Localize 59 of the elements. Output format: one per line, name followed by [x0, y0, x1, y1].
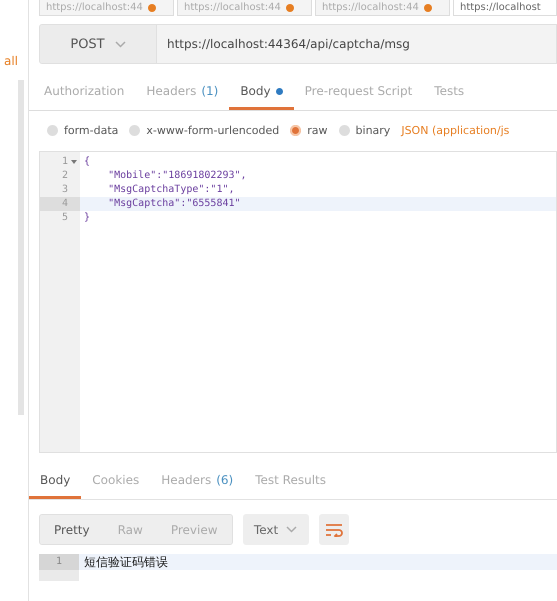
- code-line: "Mobile":"18691802293",: [107, 169, 247, 183]
- body-type-radio[interactable]: binary: [338, 124, 390, 137]
- count-label: (6): [216, 473, 234, 487]
- body-type-radio[interactable]: raw: [290, 124, 328, 137]
- radio-icon[interactable]: [47, 125, 58, 136]
- tab-label: Headers: [146, 84, 196, 98]
- line-number: 3: [60, 183, 69, 197]
- tab-label: Body: [40, 473, 70, 487]
- line-number: 4: [40, 197, 80, 211]
- tab-label: Pre-request Script: [304, 84, 412, 98]
- tab[interactable]: Tests: [423, 76, 476, 110]
- tab-label: Test Results: [255, 473, 326, 487]
- line-number: 1: [40, 155, 80, 169]
- content-type-dropdown[interactable]: JSON (application/js: [401, 124, 510, 137]
- code-line: "MsgCaptchaType":"1",: [107, 183, 235, 197]
- caret-icon: [114, 40, 126, 48]
- scrollbar[interactable]: [18, 80, 24, 415]
- line-number: 1: [39, 554, 79, 570]
- url-field[interactable]: https://localhost:44364/api/captcha/msg: [157, 24, 557, 64]
- tab[interactable]: Pre-request Script: [294, 76, 424, 110]
- request-tab[interactable]: https://localhost:44: [177, 0, 312, 16]
- request-tab[interactable]: https://localhost:44: [315, 0, 450, 16]
- line-number: 5: [60, 211, 69, 225]
- request-tab[interactable]: https://localhost: [453, 0, 557, 16]
- sidebar-link[interactable]: all: [4, 54, 18, 68]
- caret-icon: [286, 526, 298, 533]
- method-dropdown[interactable]: POST: [39, 24, 157, 64]
- tab-label: Tests: [434, 84, 464, 98]
- fold-arrow-icon[interactable]: [71, 160, 77, 164]
- tab[interactable]: Headers (1): [135, 76, 230, 110]
- request-tab[interactable]: https://localhost:44: [39, 0, 174, 16]
- view-mode-tab[interactable]: Raw: [104, 515, 157, 544]
- body-type-radio[interactable]: form-data: [47, 124, 118, 137]
- tab-label: Cookies: [92, 473, 140, 487]
- tab[interactable]: Authorization: [33, 76, 136, 110]
- code-editor[interactable]: 1 { 2 "Mobile":"18691802293", 3 "MsgCaptchaType":"1", 4 "MsgCaptcha":"6555841" 5 }: [39, 151, 557, 453]
- tab[interactable]: Cookies: [81, 465, 150, 499]
- code-line: "MsgCaptcha":"6555841": [107, 197, 241, 211]
- count-label: (1): [201, 84, 218, 98]
- radio-icon[interactable]: [338, 125, 350, 136]
- tab[interactable]: Headers (6): [150, 465, 244, 499]
- code-line: }: [83, 211, 90, 225]
- code-line: {: [83, 155, 90, 169]
- line-number: 2: [60, 169, 69, 183]
- view-mode-tab[interactable]: Pretty: [40, 515, 104, 544]
- tab-label: Headers: [161, 473, 212, 487]
- tab[interactable]: Body: [29, 465, 82, 499]
- tab[interactable]: Test Results: [244, 465, 338, 499]
- tab-label: Body: [240, 84, 271, 98]
- response-text: 短信验证码错误: [83, 554, 168, 570]
- view-mode-tab[interactable]: Preview: [156, 515, 232, 544]
- wrap-lines-icon: [324, 522, 343, 536]
- radio-icon[interactable]: [290, 125, 302, 136]
- format-dropdown[interactable]: Text: [242, 514, 309, 545]
- body-type-radio[interactable]: x-www-form-urlencoded: [129, 124, 280, 137]
- tab-label: Authorization: [44, 84, 124, 98]
- tab[interactable]: Body: [229, 76, 294, 110]
- wrap-button[interactable]: [318, 514, 349, 545]
- radio-icon[interactable]: [129, 125, 140, 136]
